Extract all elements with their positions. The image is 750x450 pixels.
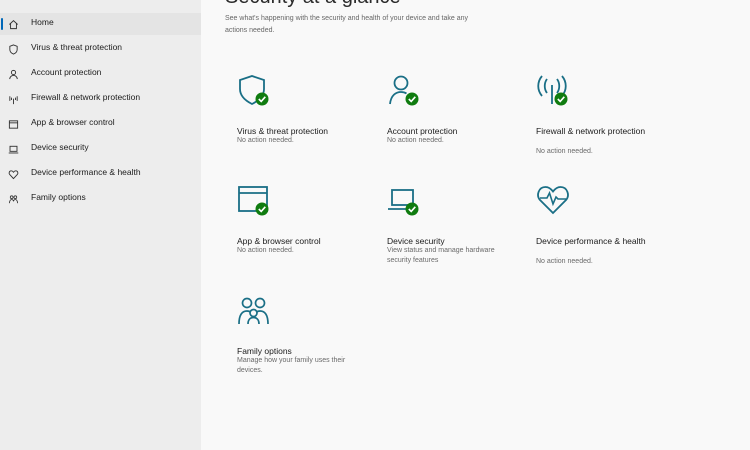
sidebar-item-app-browser-control[interactable]: App & browser control (0, 113, 201, 135)
sidebar-item-label: Family options (31, 192, 86, 202)
sidebar-item-family-options[interactable]: Family options (0, 188, 201, 210)
page-title: Security at a glance (225, 0, 401, 9)
tile-status: No action needed. (536, 148, 593, 155)
laptop-icon (7, 143, 19, 155)
heart-icon (7, 168, 19, 180)
tile-family-options[interactable]: Family options Manage how your family us… (237, 293, 371, 401)
tile-account-protection[interactable]: Account protection No action needed. (387, 73, 521, 181)
tile-virus-threat-protection[interactable]: Virus & threat protection No action need… (237, 73, 371, 181)
antenna-icon (7, 93, 19, 105)
sidebar-item-account-protection[interactable]: Account protection (0, 63, 201, 85)
family-icon (237, 293, 271, 327)
sidebar-item-label: Virus & threat protection (31, 42, 123, 52)
tile-title: Firewall & network protection (536, 126, 646, 136)
tile-status: Manage how your family uses their device… (237, 357, 346, 374)
sidebar-item-label: Account protection (31, 67, 102, 77)
sidebar-item-virus-threat-protection[interactable]: Virus & threat protection (0, 38, 201, 60)
tile-status: View status and manage hardware security… (387, 247, 495, 264)
tile-status: No action needed. (237, 247, 294, 254)
sidebar-item-firewall-network-protection[interactable]: Firewall & network protection (0, 88, 201, 110)
sidebar-item-device-security[interactable]: Device security (0, 138, 201, 160)
sidebar-item-device-performance-health[interactable]: Device performance & health (0, 163, 201, 185)
tile-device-performance-health[interactable]: Device performance & health No action ne… (536, 183, 670, 291)
sidebar-item-label: Home (31, 17, 54, 27)
window-check-icon (237, 183, 271, 217)
main-content: Security at a glance See what's happenin… (201, 0, 750, 450)
laptop-check-icon (387, 183, 421, 217)
tile-status: No action needed. (387, 137, 444, 144)
tile-app-browser-control[interactable]: App & browser control No action needed. (237, 183, 371, 291)
page-description: See what's happening with the security a… (225, 15, 468, 34)
heart-pulse-icon (536, 183, 570, 217)
shield-check-icon (237, 73, 271, 107)
tile-status: No action needed. (237, 137, 294, 144)
sidebar: Home Virus & threat protection Account p… (0, 0, 201, 450)
tile-title: Device performance & health (536, 236, 646, 246)
selected-indicator (1, 18, 3, 30)
tile-firewall-network-protection[interactable]: Firewall & network protection No action … (536, 73, 670, 181)
window-icon (7, 118, 19, 130)
sidebar-item-label: Device security (31, 142, 89, 152)
sidebar-item-label: Firewall & network protection (31, 92, 141, 102)
sidebar-item-home[interactable]: Home (0, 13, 201, 35)
antenna-check-icon (536, 73, 570, 107)
family-icon (7, 193, 19, 205)
shield-icon (7, 43, 19, 55)
tile-status: No action needed. (536, 258, 593, 265)
home-icon (7, 18, 19, 30)
sidebar-item-label: Device performance & health (31, 167, 141, 177)
sidebar-item-label: App & browser control (31, 117, 115, 127)
person-icon (7, 68, 19, 80)
tile-device-security[interactable]: Device security View status and manage h… (387, 183, 521, 291)
person-check-icon (387, 73, 421, 107)
